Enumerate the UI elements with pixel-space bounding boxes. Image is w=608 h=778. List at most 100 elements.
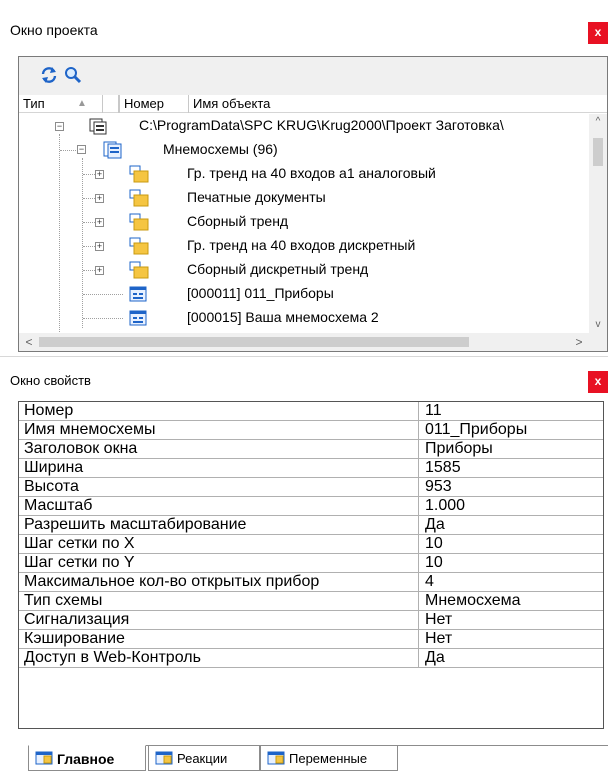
tree-item-label: [000011] 011_Приборы (187, 285, 334, 301)
properties-icon (155, 751, 173, 765)
tree-folder-label: Сборный дискретный тренд (187, 261, 369, 277)
property-row[interactable]: Шаг сетки по X 10 (19, 535, 603, 554)
tree-row-mnemo[interactable]: [000011] 011_Приборы (19, 282, 589, 306)
tree-folder-label: Сборный тренд (187, 213, 289, 229)
search-icon[interactable] (63, 65, 83, 85)
scroll-left-button[interactable]: < (21, 333, 37, 351)
project-icon (89, 118, 107, 135)
column-number-label: Номер (124, 96, 165, 111)
tree-root-label: C:\ProgramData\SPC KRUG\Krug2000\Проект … (139, 117, 504, 133)
property-value[interactable]: 10 (420, 535, 603, 553)
property-value[interactable]: 1.000 (420, 497, 603, 515)
project-window-close-button[interactable]: x (588, 22, 608, 44)
tree-vertical-scrollbar[interactable]: ^ v (589, 114, 607, 335)
folder-icon (129, 189, 149, 207)
tree-folder-label: Печатные документы (187, 189, 326, 205)
folder-icon (129, 165, 149, 183)
properties-window-title: Окно свойств (10, 373, 91, 388)
expand-icon[interactable]: + (95, 218, 104, 227)
sort-arrow-icon: ▲ (77, 98, 87, 109)
collapse-icon[interactable]: − (77, 145, 86, 154)
property-key: Разрешить масштабирование (19, 516, 419, 534)
tab-variables-label: Переменные (289, 751, 368, 766)
property-value[interactable]: 11 (420, 402, 603, 420)
folder-icon (129, 213, 149, 231)
project-window-titlebar[interactable]: Окно проекта x (0, 0, 608, 52)
expand-icon[interactable]: + (95, 194, 104, 203)
properties-window: Окно свойств x Номер 11 Имя мнемосхемы 011… (0, 356, 608, 778)
tree-row-group[interactable]: − Мнемосхемы (96) (19, 138, 589, 162)
tab-variables[interactable]: Переменные (260, 745, 398, 771)
property-row[interactable]: Тип схемы Мнемосхема (19, 592, 603, 611)
property-row[interactable]: Номер 11 (19, 402, 603, 421)
project-window-title: Окно проекта (10, 22, 98, 38)
mnemo-scheme-icon (129, 286, 147, 302)
property-key: Заголовок окна (19, 440, 419, 458)
property-value[interactable]: Нет (420, 611, 603, 629)
vertical-scroll-thumb[interactable] (593, 138, 603, 166)
property-value[interactable]: 1585 (420, 459, 603, 477)
project-tree-panel: Тип ▲ Номер Имя объекта − C:\ProgramData… (18, 56, 608, 352)
property-key: Высота (19, 478, 419, 496)
property-value[interactable]: 011_Приборы (420, 421, 603, 439)
tree-guide-line (83, 294, 123, 295)
tree-horizontal-scrollbar[interactable]: < > (19, 333, 607, 351)
properties-window-titlebar[interactable]: Окно свойств x (0, 357, 608, 401)
property-value[interactable]: Нет (420, 630, 603, 648)
property-key: Доступ в Web-Контроль (19, 649, 419, 667)
property-row[interactable]: Сигнализация Нет (19, 611, 603, 630)
folder-icon (129, 261, 149, 279)
property-value[interactable]: Да (420, 516, 603, 534)
tree-item-label: [000015] Ваша мнемосхема 2 (187, 309, 379, 325)
properties-grid: Номер 11 Имя мнемосхемы 011_Приборы Заголо… (18, 401, 604, 729)
scroll-right-button[interactable]: > (571, 333, 587, 351)
property-key: Шаг сетки по X (19, 535, 419, 553)
property-row[interactable]: Ширина 1585 (19, 459, 603, 478)
column-type-label: Тип (23, 96, 45, 111)
tree-folder-label: Гр. тренд на 40 входов дискретный (187, 237, 416, 253)
refresh-icon[interactable] (39, 65, 59, 85)
expand-icon[interactable]: + (95, 170, 104, 179)
property-value[interactable]: 4 (420, 573, 603, 591)
tab-main[interactable]: Главное (28, 745, 146, 771)
tree-row-mnemo[interactable]: [000015] Ваша мнемосхема 2 (19, 306, 589, 330)
column-number[interactable]: Номер (119, 95, 189, 113)
tree-row-folder[interactable]: + Гр. тренд на 40 входов а1 аналоговый (19, 162, 589, 186)
properties-icon (267, 751, 285, 765)
properties-window-close-button[interactable]: x (588, 371, 608, 393)
property-row[interactable]: Масштаб 1.000 (19, 497, 603, 516)
property-row[interactable]: Разрешить масштабирование Да (19, 516, 603, 535)
tree-row-folder[interactable]: + Гр. тренд на 40 входов дискретный (19, 234, 589, 258)
property-key: Шаг сетки по Y (19, 554, 419, 572)
tab-reactions[interactable]: Реакции (148, 745, 260, 771)
property-value[interactable]: 953 (420, 478, 603, 496)
mnemo-group-icon (103, 141, 122, 159)
scroll-down-button[interactable]: v (589, 317, 607, 333)
folder-icon (129, 237, 149, 255)
property-row[interactable]: Заголовок окна Приборы (19, 440, 603, 459)
collapse-icon[interactable]: − (55, 122, 64, 131)
tree-row-root[interactable]: − C:\ProgramData\SPC KRUG\Krug2000\Проек… (19, 114, 589, 138)
property-row[interactable]: Доступ в Web-Контроль Да (19, 649, 603, 668)
property-value[interactable]: Мнемосхема (420, 592, 603, 610)
scroll-up-button[interactable]: ^ (589, 114, 607, 130)
properties-tabs: Главное Реакции Переменные (28, 745, 608, 773)
property-row[interactable]: Кэширование Нет (19, 630, 603, 649)
property-row[interactable]: Шаг сетки по Y 10 (19, 554, 603, 573)
expand-icon[interactable]: + (95, 266, 104, 275)
tree-row-folder[interactable]: + Печатные документы (19, 186, 589, 210)
property-row[interactable]: Максимальное кол-во открытых прибор 4 (19, 573, 603, 592)
tree-row-folder[interactable]: + Сборный тренд (19, 210, 589, 234)
expand-icon[interactable]: + (95, 242, 104, 251)
property-value[interactable]: Да (420, 649, 603, 667)
column-name[interactable]: Имя объекта (189, 95, 389, 113)
column-type[interactable]: Тип ▲ (19, 95, 103, 113)
tree-row-folder[interactable]: + Сборный дискретный тренд (19, 258, 589, 282)
property-value[interactable]: Приборы (420, 440, 603, 458)
property-key: Номер (19, 402, 419, 420)
property-value[interactable]: 10 (420, 554, 603, 572)
horizontal-scroll-thumb[interactable] (39, 337, 469, 347)
tree-guide-line (83, 318, 123, 319)
property-row[interactable]: Высота 953 (19, 478, 603, 497)
property-row[interactable]: Имя мнемосхемы 011_Приборы (19, 421, 603, 440)
